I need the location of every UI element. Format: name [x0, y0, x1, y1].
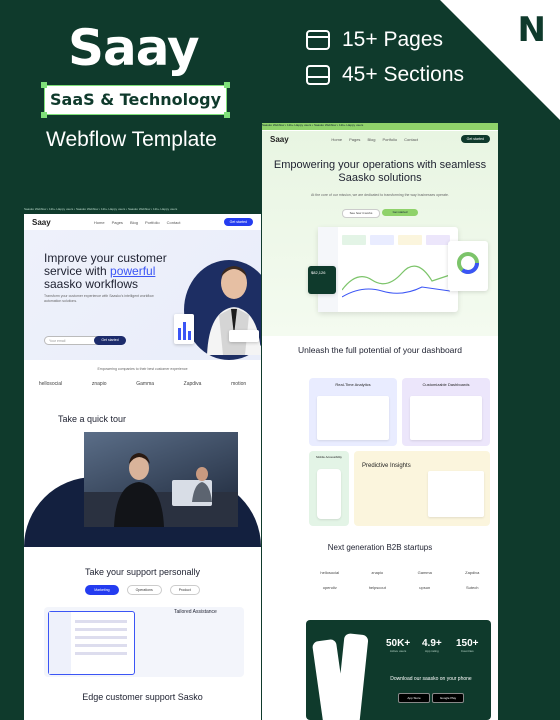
brand-logo-gamma: Gamma [136, 381, 155, 387]
see-how-button[interactable]: See how it works [342, 209, 380, 218]
nav-cta-button[interactable]: Get started [460, 135, 490, 143]
tour-video-thumbnail[interactable] [84, 432, 238, 527]
nav-link-blog[interactable]: Blog [367, 137, 375, 142]
logos-section: Empowering companies to their best custo… [24, 367, 261, 387]
logos-caption: Empowering companies to their best custo… [97, 367, 188, 371]
office-scene-image [84, 453, 238, 527]
edge-support-heading: Edge customer support Sasko [82, 692, 203, 702]
nextgen-heading: Next generation B2B startups [327, 543, 433, 552]
stat-pages: 15+ Pages [306, 28, 443, 52]
stat-rating: 4.9+ App rating [422, 638, 442, 653]
inbox-mockup [48, 611, 135, 675]
right-template-preview: Saasko Webflow • 12k+ Happy users • Saas… [262, 123, 498, 720]
feature-card-dashboards: Customizable Dashboards [402, 378, 490, 446]
app-download-banner: 50K+ Active users 4.9+ App rating 150+ Coun… [306, 620, 491, 720]
dashboard-charts [342, 235, 451, 298]
brand-logo-opendiv: opendiv [322, 585, 337, 590]
support-heading: Take your support personally [84, 567, 201, 577]
tour-heading: Take a quick tour [58, 414, 127, 424]
tab-marketing[interactable]: Marketing [85, 585, 119, 595]
floating-profile-card [229, 330, 259, 342]
brand-logo-znapio: znapio [371, 570, 384, 575]
download-text: Download our saasko on your phone [390, 676, 472, 682]
browser-window-icon [306, 30, 330, 50]
stat-users: 50K+ Active users [386, 638, 411, 653]
layout-sections-icon [306, 65, 330, 85]
nav-link-home[interactable]: Home [331, 137, 342, 142]
stat-countries: 150+ Countries [456, 638, 479, 653]
hero-title: Empowering your operations with seamless… [273, 159, 487, 184]
feature-card-analytics: Real-Time Analytics [309, 378, 397, 446]
preview-logo[interactable]: Saay [270, 135, 289, 144]
nav-link-pages[interactable]: Pages [112, 220, 123, 225]
brand-logo-zapdiva: Zapdiva [183, 381, 202, 387]
feature-card-mobile: Mobile Accessibility [309, 451, 349, 526]
hero-subtitle: At the core of our mission, we are dedic… [311, 193, 449, 197]
feature-card-insights: Predictive Insights [354, 451, 490, 526]
nav-link-blog[interactable]: Blog [130, 220, 138, 225]
google-play-button[interactable]: Google Play [432, 693, 464, 703]
left-template-preview: Saasko Webflow • 12k+ Happy users • Saas… [24, 207, 261, 720]
nav-link-contact[interactable]: Contact [167, 220, 181, 225]
brand-logo-znapio: znapio [91, 381, 107, 387]
nav-cta-button[interactable]: Get started [223, 218, 253, 226]
announcement-ticker: Saasko Webflow • 12k+ Happy users • Saas… [262, 123, 498, 130]
app-store-button[interactable]: App Store [398, 693, 430, 703]
tab-product[interactable]: Product [169, 585, 200, 595]
brand-logo-sutech: Sutech [466, 585, 479, 590]
hero-section: Improve your customer service with power… [24, 230, 261, 360]
brand-logo-helpscout: helpscout [368, 585, 386, 590]
dashboard-mockup [318, 227, 458, 312]
floating-chart-card [174, 314, 194, 344]
brand-logo-grid: hellosocial znapio Gamma Zapdiva opendiv… [306, 570, 496, 590]
donut-chart-card [448, 241, 488, 291]
brand-logo-motion: motion [231, 381, 247, 387]
nav-link-home[interactable]: Home [94, 220, 105, 225]
webflow-n-icon: N [517, 10, 546, 50]
support-tabs: Marketing Operations Product [24, 585, 261, 595]
phone-mockup-2 [335, 632, 369, 720]
nav-link-pages[interactable]: Pages [349, 137, 360, 142]
hero-cta-button[interactable]: Get started [94, 336, 126, 345]
tailored-assistance-title: Tailored Assistance [174, 609, 217, 615]
nav-link-portfolio[interactable]: Portfolio [145, 220, 160, 225]
category-badge: SaaS & Technology [50, 90, 221, 109]
support-feature-card [44, 607, 244, 677]
hero-description: Transform your customer experience with … [44, 294, 154, 303]
announcement-ticker: Saasko Webflow • 12k+ Happy users • Saas… [24, 207, 261, 214]
unleash-heading: Unleash the full potential of your dashb… [298, 345, 462, 355]
brand-logo-upsun: upsun [419, 585, 431, 590]
get-started-button[interactable]: Get started [382, 209, 418, 216]
brand-logo-gamma: Gamma [417, 570, 432, 575]
brand-logo-hellosocial: hellosocial [38, 381, 63, 387]
preview-logo[interactable]: Saay [32, 218, 51, 227]
nav-link-portfolio[interactable]: Portfolio [382, 137, 397, 142]
hero-section: Saay Home Pages Blog Portfolio Contact G… [262, 131, 498, 336]
hero-title: Improve your customer service with power… [44, 251, 167, 291]
stat-pages-text: 15+ Pages [342, 28, 444, 51]
template-subtitle: Webflow Template [46, 128, 217, 151]
brand-logo-zapdiva: Zapdiva [465, 570, 480, 575]
brand-logo-hellosocial: hellosocial [320, 570, 340, 575]
tab-operations[interactable]: Operations [126, 585, 162, 595]
nav-link-contact[interactable]: Contact [404, 137, 418, 142]
balance-card: $82,126 [308, 266, 336, 294]
brand-logo: Saay [68, 19, 200, 77]
preview-navbar: Saay Home Pages Blog Portfolio Contact G… [24, 214, 261, 230]
